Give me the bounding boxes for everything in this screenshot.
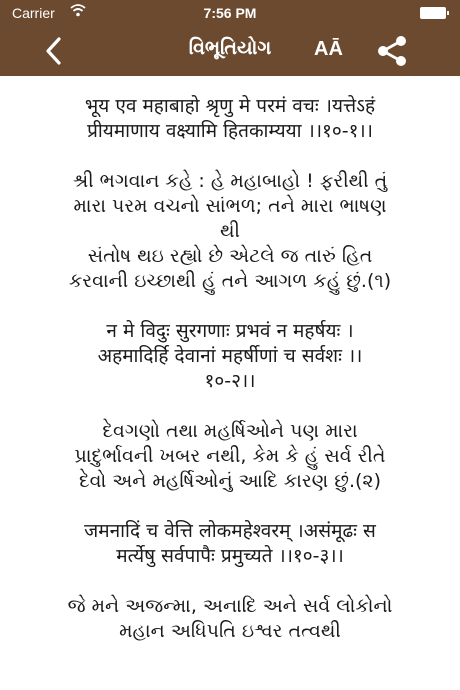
status-bar: Carrier 7:56 PM [0, 0, 460, 26]
verse-translation-3: જે મને અજન્મા, અનાદિ અને સર્વ લોકોનો મહા… [67, 595, 393, 642]
verse-sanskrit-3: जमनादिं च वेत्ति लोकमहेश्वरम् ।असंमूढः स… [84, 520, 376, 567]
navigation-bar: વિભૂતિયોગ AĀ [0, 26, 460, 76]
verse-sanskrit-1: भूय एव महाबाहो श्रृणु मे परमं वचः ।यत्ते… [84, 95, 376, 142]
verse-content[interactable]: भूय एव महाबाहो श्रृणु मे परमं वचः ।यत्ते… [0, 76, 460, 690]
battery-icon [420, 7, 449, 19]
verse-translation-2: દેવગણો તથા મહર્ષિઓને પણ મારા પ્રાદુર્ભાવ… [74, 420, 386, 492]
share-button[interactable] [376, 36, 408, 66]
share-icon [378, 36, 406, 66]
top-bar: Carrier 7:56 PM વિભૂતિયોગ AĀ [0, 0, 460, 76]
font-size-button[interactable]: AĀ [314, 38, 343, 61]
clock: 7:56 PM [203, 5, 257, 21]
verse-translation-1: શ્રી ભગવાન કહે : હે મહાબાહો ! ફરીથી તું … [68, 170, 392, 292]
verse-sanskrit-2: न मे विदुः सुरगणाः प्रभवं न महर्षयः । अह… [97, 320, 363, 392]
